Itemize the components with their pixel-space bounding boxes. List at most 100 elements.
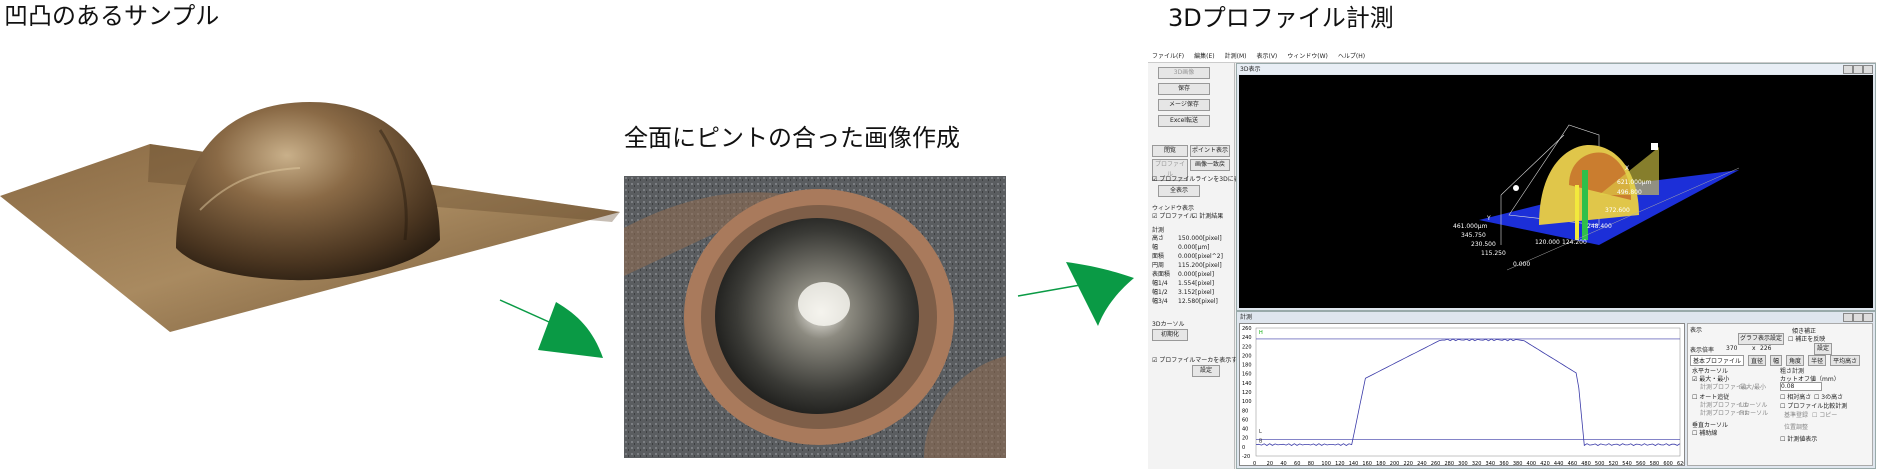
reset-button[interactable]: 初期化: [1152, 329, 1188, 341]
show-values-checkbox[interactable]: ☐ 計測値表示: [1780, 434, 1817, 443]
x-tick-label: 480: [1581, 461, 1591, 467]
save-button[interactable]: 保存: [1158, 83, 1210, 95]
cutoff-select[interactable]: 0.08: [1780, 382, 1822, 391]
y-tick-label: 180: [1242, 363, 1252, 369]
menu-item[interactable]: ウィンドウ(W): [1287, 51, 1328, 60]
x-tick-label: 240: [1417, 461, 1427, 467]
y-tick-label: 140: [1242, 381, 1252, 387]
measurement-name: 幅3/4: [1152, 298, 1168, 305]
checkbox-label: プロファイルマーカを表示する: [1159, 357, 1244, 364]
profile-graph[interactable]: 260 240 220 200 180 160 140 120 100 80 60 40 20 0 -20 0…: [1239, 323, 1687, 467]
menu-item[interactable]: 編集(E): [1194, 51, 1214, 60]
measurement-app-window: ファイル(F) 編集(E) 計測(M) 表示(V) ウィンドウ(W) ヘルプ(H) 3D画…: [1148, 48, 1876, 469]
graph-settings-button[interactable]: グラフ表示設定: [1738, 333, 1784, 345]
measurement-row: 幅1/2 3.152[pixel]: [1152, 287, 1214, 296]
x-tick-label: 340: [1486, 461, 1496, 467]
x-tick-label: 320: [1472, 461, 1482, 467]
close-icon[interactable]: [1863, 313, 1873, 322]
y-tick-label: 80: [1242, 408, 1248, 414]
profile-controls: 表示 グラフ表示設定 傾き補正 ☐ 補正を反映 表示倍率 370 x 226 設…: [1687, 323, 1873, 466]
height3-checkbox[interactable]: ☐ 3の高さ: [1814, 392, 1843, 401]
marker-label: H: [1259, 330, 1263, 336]
menu-item[interactable]: ファイル(F): [1152, 51, 1184, 60]
x-axis-letter: X: [1625, 165, 1630, 172]
tab[interactable]: 平均高さ: [1830, 355, 1861, 366]
x-tick-label: 380: [1513, 461, 1523, 467]
x-tick-label: 360: [1499, 461, 1509, 467]
y-tick-label: -20: [1242, 454, 1250, 460]
tab[interactable]: 基本プロファイル: [1690, 355, 1745, 366]
measurement-row: 円周 115.200[pixel]: [1152, 260, 1222, 269]
measurement-value: 0.000[pixel^2]: [1178, 253, 1223, 260]
copy-button[interactable]: ☐ コピー: [1812, 410, 1837, 419]
profile-panel: 計測 260 240 220 200 180 160 140 120 100 80 60 40 20 0-…: [1236, 311, 1876, 469]
x-label: 621.000μm: [1617, 179, 1652, 186]
apply-correction-checkbox[interactable]: ☐ 補正を反映: [1788, 334, 1825, 343]
r-cursor-select[interactable]: Rカーソル: [1740, 408, 1768, 417]
close-icon[interactable]: [1863, 65, 1873, 74]
tab-bar: 基本プロファイル 直径幅角度 半径 平均高さ: [1690, 355, 1861, 366]
checkbox-label: 補正を反映: [1795, 336, 1826, 343]
tab[interactable]: 直径: [1748, 355, 1767, 366]
y-tick-label: 20: [1242, 436, 1248, 442]
x-tick-label: 220: [1403, 461, 1413, 467]
x-tick-label: 20: [1267, 461, 1273, 467]
measurement-row: 表面積 0.000[pixel]: [1152, 269, 1214, 278]
measurement-value: 1.554[pixel]: [1178, 280, 1215, 287]
x-tick-label: 540: [1622, 461, 1632, 467]
3d-viewer-panel: 3D表示 461.000μm 345.750 230.500 115.250 0…: [1236, 63, 1876, 311]
minimize-icon[interactable]: [1843, 313, 1853, 322]
measurement-value: 0.000[μm]: [1178, 244, 1210, 251]
x-tick-label: 80: [1308, 461, 1314, 467]
profile-marker-checkbox[interactable]: ☑ プロファイルマーカを表示する: [1152, 355, 1243, 364]
minimize-icon[interactable]: [1843, 65, 1853, 74]
maximize-icon[interactable]: [1853, 313, 1863, 322]
3d-image-button[interactable]: 3D画像: [1158, 67, 1210, 79]
y-label: 120.000: [1535, 239, 1560, 246]
result-checkbox[interactable]: ☐ 計測結果: [1192, 211, 1223, 220]
scale-width[interactable]: 370: [1726, 345, 1737, 352]
excel-export-button[interactable]: Excel転送: [1158, 115, 1210, 127]
menu-item[interactable]: ヘルプ(H): [1338, 51, 1365, 60]
menu-item[interactable]: 表示(V): [1256, 51, 1277, 60]
base-register-button[interactable]: 基準登録: [1784, 410, 1808, 419]
profile-checkbox[interactable]: ☑ プロファイル: [1152, 211, 1195, 220]
plot-frame: [1255, 327, 1681, 457]
image-save-button[interactable]: メージ保存: [1158, 99, 1210, 111]
scale-height[interactable]: 226: [1760, 345, 1771, 352]
measurement-value: 0.000[pixel]: [1178, 271, 1215, 278]
correction-settings-button[interactable]: 設定: [1814, 343, 1832, 355]
menu-item[interactable]: 計測(M): [1225, 51, 1247, 60]
view-button[interactable]: 閉覧: [1152, 145, 1188, 157]
x-tick-label: 280: [1444, 461, 1454, 467]
checkbox-label: プロファイル: [1159, 213, 1196, 220]
all-in-focus-image: [624, 176, 1006, 458]
checkbox-label: 相対高さ: [1787, 394, 1812, 401]
grid-line-checkbox[interactable]: ☐ 補助線: [1692, 428, 1717, 437]
y-tick-label: 120: [1242, 390, 1252, 396]
point-display-button[interactable]: ポイント表示: [1190, 145, 1230, 157]
x-tick-label: 600: [1663, 461, 1673, 467]
maximize-icon[interactable]: [1853, 65, 1863, 74]
position-adjust-button[interactable]: 位置調整: [1784, 422, 1808, 431]
3d-canvas[interactable]: 461.000μm 345.750 230.500 115.250 0.000 …: [1239, 75, 1873, 308]
y-tick-label: 60: [1242, 417, 1248, 423]
scale-label: 表示倍率: [1690, 347, 1715, 354]
tab[interactable]: 角度: [1786, 355, 1805, 366]
relative-height-checkbox[interactable]: ☐ 相対高さ: [1780, 392, 1811, 401]
image-restore-button[interactable]: 画像一致戻: [1190, 159, 1230, 171]
measurement-name: 高さ: [1152, 235, 1165, 242]
profile-compare-checkbox[interactable]: ☐ プロファイル比較計測: [1780, 401, 1847, 410]
fit-all-button[interactable]: 全表示: [1158, 185, 1200, 197]
x-tick-label: 200: [1390, 461, 1400, 467]
tab[interactable]: 幅: [1770, 355, 1783, 366]
settings-button[interactable]: 設定: [1192, 365, 1220, 377]
x-tick-label: 440: [1554, 461, 1564, 467]
focus-image-caption: 全面にピントの合った画像作成: [624, 124, 960, 152]
maxmin-select[interactable]: 最大/最小: [1740, 382, 1766, 391]
x-tick-label: 160: [1362, 461, 1372, 467]
3d-profile-caption: 3Dプロファイル計測: [1168, 4, 1394, 32]
y-tick-label: 260: [1242, 326, 1252, 332]
tab[interactable]: 半径: [1808, 355, 1827, 366]
display-label: 表示: [1690, 327, 1703, 334]
